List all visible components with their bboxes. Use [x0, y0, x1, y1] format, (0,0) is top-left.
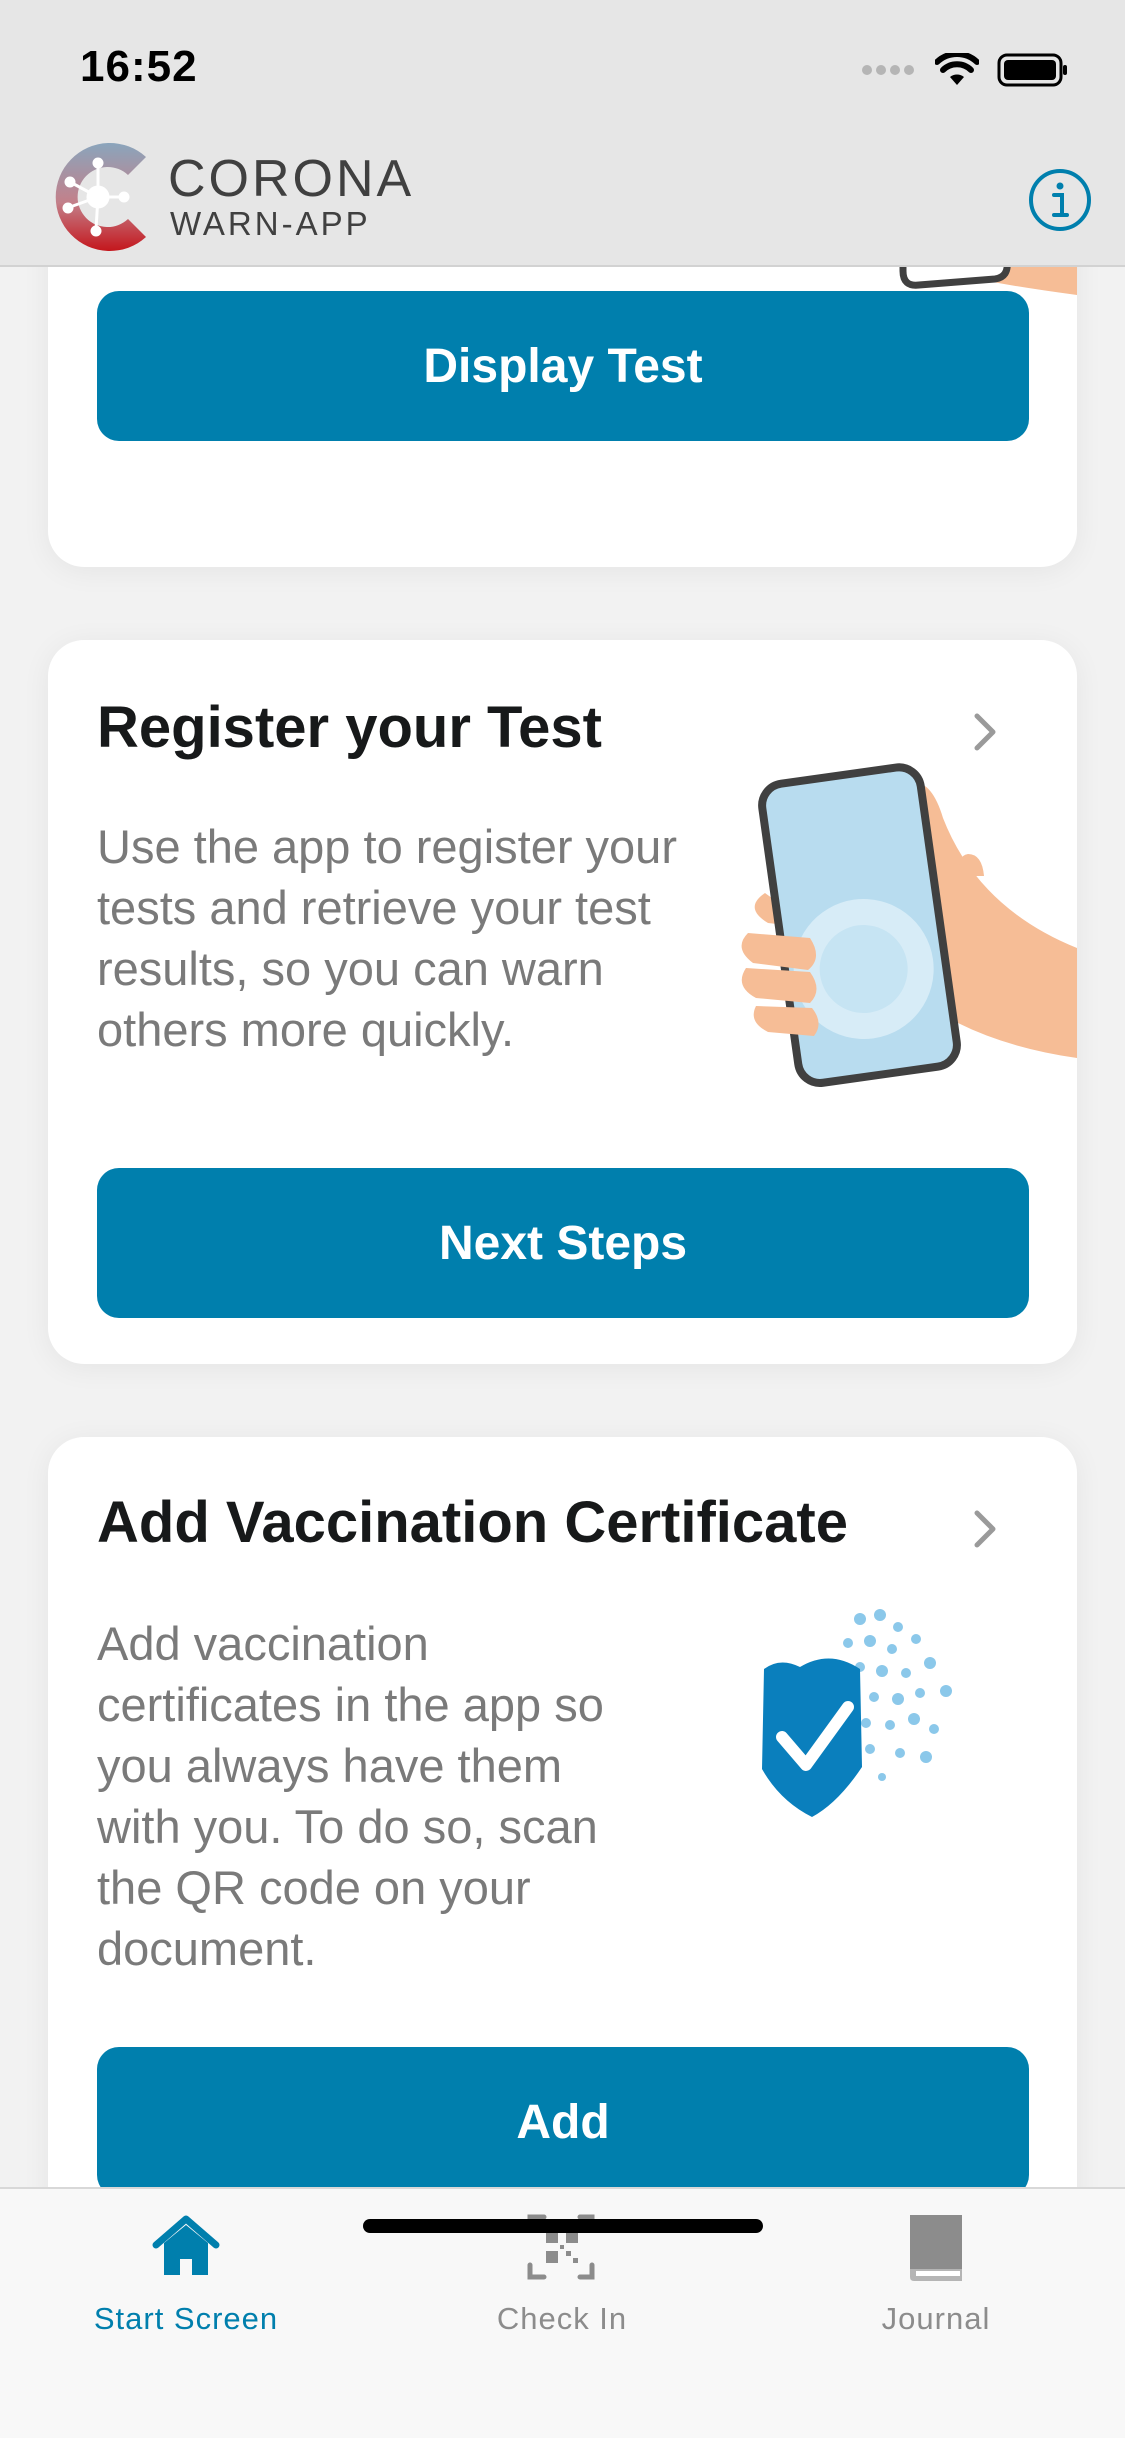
tab-label: Start Screen [93, 2301, 279, 2336]
book-icon [910, 2215, 962, 2281]
status-bar: 16:52 [0, 0, 1125, 135]
tab-label: Journal [881, 2301, 991, 2336]
brand-name: CORONA [168, 150, 415, 208]
corona-warn-app-logo [55, 143, 146, 251]
info-icon[interactable] [1027, 167, 1093, 233]
register-test-description: Use the app to register your tests and r… [97, 820, 677, 1056]
chevron-right-icon [974, 713, 996, 751]
status-icons [861, 50, 1069, 90]
vaccination-certificate-card[interactable]: Add Vaccination Certificate Add vaccinat… [48, 1437, 1077, 2187]
next-steps-button[interactable]: Next Steps [97, 1168, 1029, 1318]
shield-check-icon [762, 1609, 952, 1817]
status-time: 16:52 [80, 42, 198, 91]
display-test-button[interactable]: Display Test [97, 291, 1029, 441]
test-result-card: Display Test [48, 267, 1077, 567]
vaccination-card-title: Add Vaccination Certificate [97, 1490, 848, 1555]
add-certificate-button[interactable]: Add [97, 2047, 1029, 2187]
register-test-title: Register your Test [97, 695, 602, 760]
chevron-right-icon [974, 1510, 996, 1548]
battery-icon [997, 53, 1067, 87]
tab-label: Check In [496, 2301, 628, 2336]
home-scroll-content[interactable]: Display Test Register your Test Use the … [0, 267, 1125, 2187]
cellular-signal-icon [862, 65, 914, 75]
phone-in-hand-illustration [741, 763, 1077, 1087]
wifi-icon [935, 53, 979, 85]
tab-journal[interactable]: Journal [806, 2207, 1066, 2337]
register-test-card[interactable]: Register your Test Use the app to regist… [48, 640, 1077, 1364]
vaccination-card-description: Add vaccination certificates in the app … [97, 1617, 604, 1975]
app-header: CORONA WARN-APP [0, 135, 1125, 267]
tab-start-screen[interactable]: Start Screen [56, 2207, 316, 2337]
home-indicator[interactable] [363, 2219, 763, 2233]
home-icon [152, 2215, 220, 2275]
brand-subtitle: WARN-APP [170, 205, 371, 242]
